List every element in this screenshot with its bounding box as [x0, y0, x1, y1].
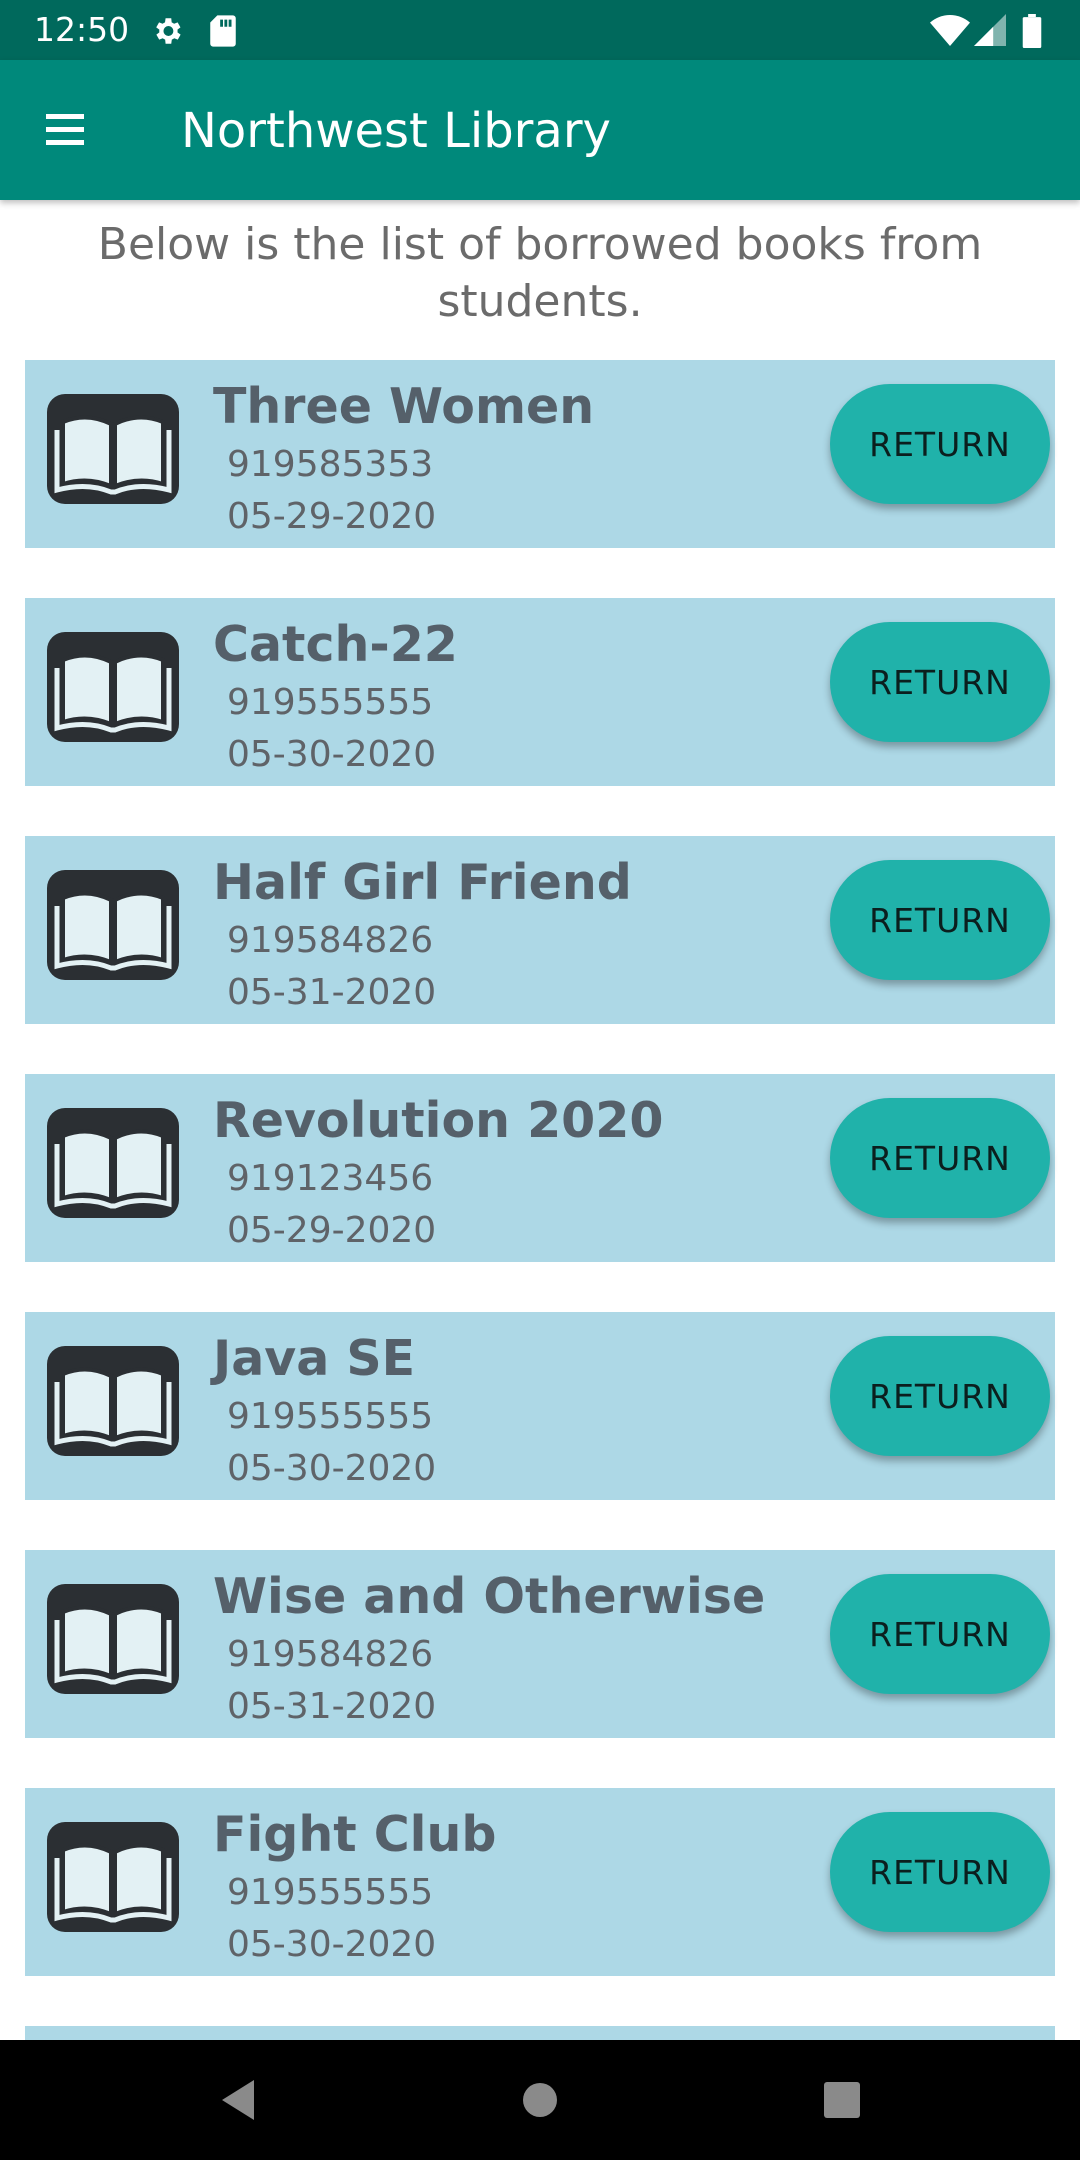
app-bar: Northwest Library	[0, 60, 1080, 200]
book-date: 05-30-2020	[227, 734, 437, 775]
book-date: 05-30-2020	[227, 1924, 437, 1965]
list-item: Half Girl Friend 919584826 05-31-2020 RE…	[25, 836, 1055, 1024]
return-button[interactable]: RETURN	[830, 622, 1050, 742]
book-phone: 919585353	[227, 444, 434, 485]
app-title: Northwest Library	[181, 103, 611, 159]
book-title: Revolution 2020	[213, 1092, 664, 1149]
list-item: Wise and Otherwise 919584826 05-31-2020 …	[25, 1550, 1055, 1738]
list-item: Revolution 2020 919123456 05-29-2020 RET…	[25, 1074, 1055, 1262]
return-button[interactable]: RETURN	[830, 384, 1050, 504]
battery-icon	[1022, 14, 1042, 53]
book-title: Three Women	[213, 378, 595, 435]
book-title: Java SE	[213, 1330, 416, 1387]
return-button[interactable]: RETURN	[830, 1098, 1050, 1218]
book-date: 05-29-2020	[227, 496, 437, 537]
open-book-icon	[47, 1584, 179, 1694]
book-title: Half Girl Friend	[213, 854, 632, 911]
wifi-icon	[930, 14, 970, 53]
book-phone: 919555555	[227, 1396, 434, 1437]
book-phone: 919584826	[227, 1634, 434, 1675]
book-date: 05-31-2020	[227, 1686, 437, 1727]
book-title: Fight Club	[213, 1806, 497, 1863]
open-book-icon	[47, 1108, 179, 1218]
book-phone: 919584826	[227, 920, 434, 961]
navigation-bar	[0, 2040, 1080, 2160]
home-icon[interactable]	[518, 2078, 562, 2122]
list-item: Three Women 919585353 05-29-2020 RETURN	[25, 360, 1055, 548]
list-item: Java SE 919555555 05-30-2020 RETURN	[25, 1312, 1055, 1500]
book-phone: 919123456	[227, 1158, 434, 1199]
list-item: Fight Club 919555555 05-30-2020 RETURN	[25, 1788, 1055, 1976]
book-phone: 919555555	[227, 1872, 434, 1913]
back-icon[interactable]	[218, 2078, 262, 2122]
open-book-icon	[47, 394, 179, 504]
settings-icon	[150, 14, 184, 53]
book-title: Wise and Otherwise	[213, 1568, 766, 1625]
open-book-icon	[47, 870, 179, 980]
status-time: 12:50	[34, 10, 130, 49]
book-phone: 919555555	[227, 682, 434, 723]
book-title: Catch-22	[213, 616, 458, 673]
intro-text: Below is the list of borrowed books from…	[97, 219, 983, 327]
hamburger-menu-icon[interactable]	[24, 96, 116, 164]
signal-icon	[974, 14, 1006, 51]
return-button[interactable]: RETURN	[830, 1574, 1050, 1694]
status-bar: 12:50	[0, 0, 1080, 60]
book-date: 05-31-2020	[227, 972, 437, 1013]
list-item: Catch-22 919555555 05-30-2020 RETURN	[25, 598, 1055, 786]
sd-card-icon	[208, 14, 238, 53]
book-date: 05-29-2020	[227, 1210, 437, 1251]
open-book-icon	[47, 632, 179, 742]
return-button[interactable]: RETURN	[830, 1336, 1050, 1456]
open-book-icon	[47, 1346, 179, 1456]
return-button[interactable]: RETURN	[830, 860, 1050, 980]
open-book-icon	[47, 1822, 179, 1932]
recents-icon[interactable]	[820, 2078, 864, 2122]
book-date: 05-30-2020	[227, 1448, 437, 1489]
return-button[interactable]: RETURN	[830, 1812, 1050, 1932]
